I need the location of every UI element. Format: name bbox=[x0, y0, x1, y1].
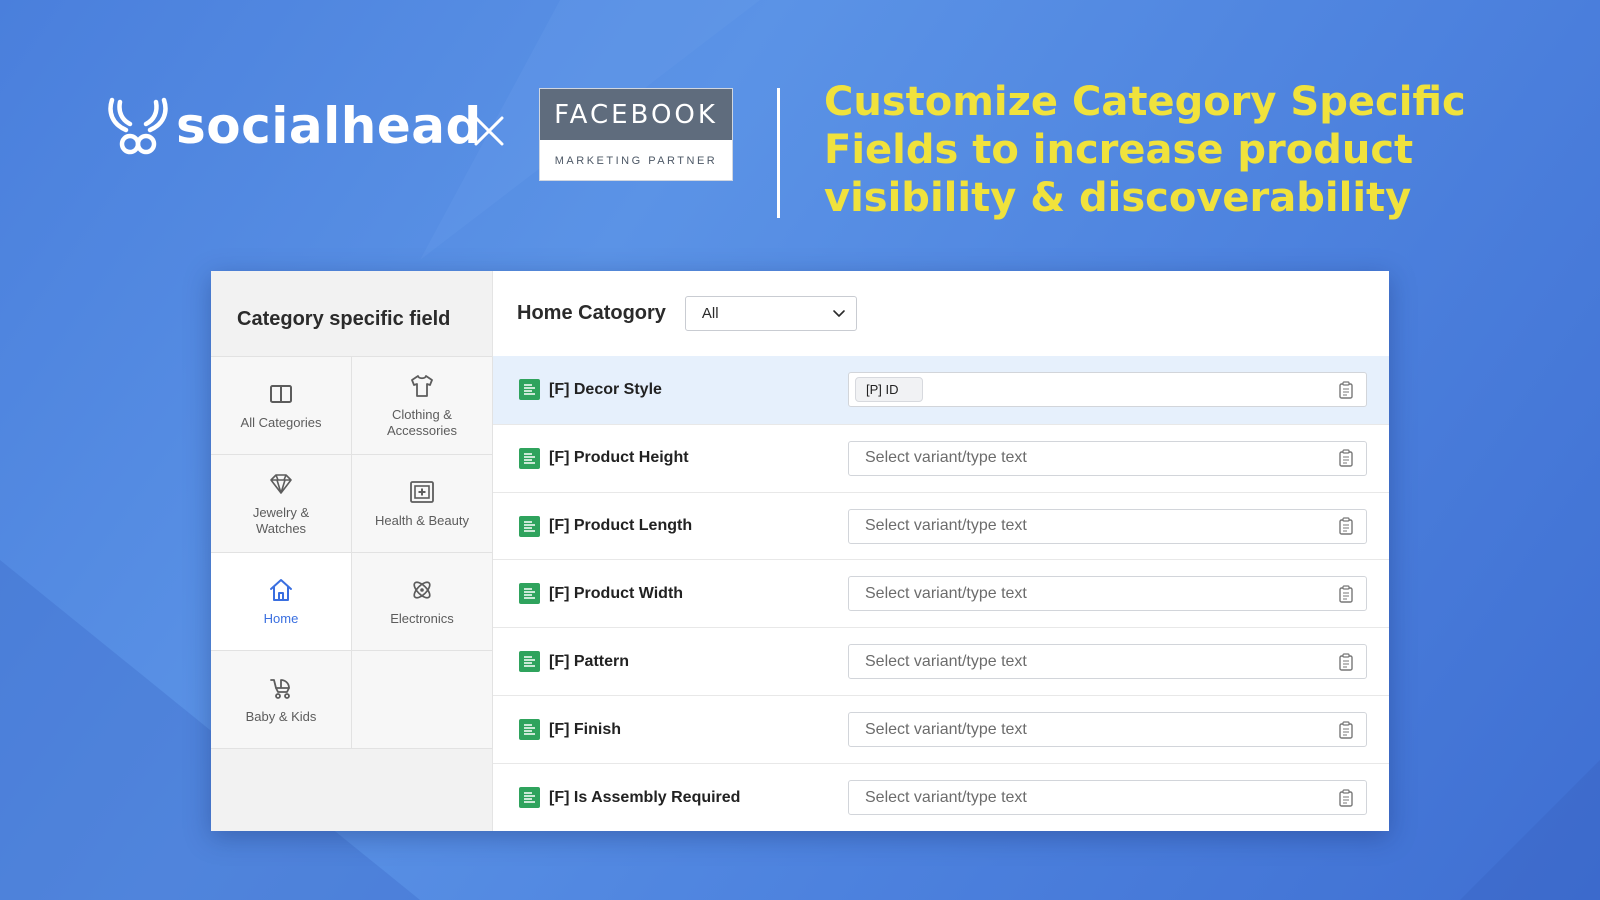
category-label: Electronics bbox=[390, 610, 454, 626]
field-row-product-width: [F] Product Width Select variant/type te… bbox=[493, 559, 1389, 627]
select-value: All bbox=[701, 304, 719, 322]
category-label: Clothing & Accessories bbox=[386, 406, 458, 438]
field-placeholder: Select variant/type text bbox=[865, 584, 1027, 602]
category-label: Jewelry & Watches bbox=[252, 504, 310, 536]
clipboard-icon[interactable] bbox=[1338, 721, 1354, 739]
main-header: Home Catogory All bbox=[493, 271, 1389, 356]
field-label: [F] Product Width bbox=[549, 584, 684, 602]
category-grid: All Categories Clothing & Accessories Je… bbox=[211, 356, 493, 749]
field-input[interactable]: Select variant/type text bbox=[848, 440, 1367, 476]
category-all[interactable]: All Categories bbox=[211, 357, 352, 455]
mapped-tag[interactable]: [P] ID bbox=[855, 377, 923, 403]
badge-top-text: FACEBOOK bbox=[540, 89, 732, 140]
category-electronics[interactable]: Electronics bbox=[352, 553, 493, 651]
tshirt-icon bbox=[411, 374, 433, 397]
document-icon bbox=[519, 787, 540, 809]
header-divider bbox=[777, 88, 780, 218]
document-icon bbox=[519, 379, 540, 401]
field-input[interactable]: Select variant/type text bbox=[848, 712, 1367, 748]
stroller-icon bbox=[270, 678, 290, 699]
sidebar: Category specific field All Categories C… bbox=[211, 271, 493, 831]
field-label: [F] Is Assembly Required bbox=[549, 788, 741, 806]
field-row-pattern: [F] Pattern Select variant/type text bbox=[493, 627, 1389, 695]
badge-bottom-text: MARKETING PARTNER bbox=[554, 154, 718, 167]
field-row-is-assembly-required: [F] Is Assembly Required Select variant/… bbox=[493, 763, 1389, 831]
chevron-down-icon bbox=[833, 310, 845, 318]
house-icon bbox=[270, 578, 292, 601]
document-icon bbox=[519, 515, 540, 537]
category-empty-slot bbox=[352, 651, 493, 749]
clipboard-icon[interactable] bbox=[1338, 585, 1354, 603]
category-filter-select[interactable]: All bbox=[684, 295, 857, 331]
antler-logo-icon bbox=[108, 97, 168, 155]
category-label: Home bbox=[263, 610, 299, 626]
field-label: [F] Finish bbox=[549, 720, 621, 738]
category-label: All Categories bbox=[240, 414, 322, 430]
clipboard-icon[interactable] bbox=[1338, 381, 1354, 399]
brand-name: socialhead bbox=[176, 97, 482, 155]
times-icon bbox=[474, 116, 504, 146]
headline: Customize Category Specific Fields to in… bbox=[824, 79, 1466, 221]
category-health[interactable]: Health & Beauty bbox=[352, 455, 493, 553]
clipboard-icon[interactable] bbox=[1338, 788, 1354, 807]
field-label: [F] Product Height bbox=[549, 449, 689, 467]
field-row-finish: [F] Finish Select variant/type text bbox=[493, 695, 1389, 763]
clipboard-icon[interactable] bbox=[1338, 449, 1354, 467]
field-label: [F] Decor Style bbox=[549, 380, 662, 398]
category-clothing[interactable]: Clothing & Accessories bbox=[352, 357, 493, 455]
category-jewelry[interactable]: Jewelry & Watches bbox=[211, 455, 352, 553]
medical-box-icon bbox=[410, 480, 434, 503]
field-input[interactable]: Select variant/type text bbox=[848, 644, 1367, 680]
brand: socialhead bbox=[106, 96, 482, 156]
field-input[interactable]: Select variant/type text bbox=[848, 508, 1367, 544]
clipboard-icon[interactable] bbox=[1338, 653, 1354, 671]
document-icon bbox=[519, 583, 540, 605]
field-input[interactable]: Select variant/type text bbox=[848, 780, 1367, 816]
field-placeholder: Select variant/type text bbox=[865, 652, 1027, 670]
atom-icon bbox=[413, 580, 431, 599]
field-input[interactable]: [P] ID bbox=[848, 372, 1367, 408]
diamond-icon bbox=[270, 473, 292, 494]
field-placeholder: Select variant/type text bbox=[865, 449, 1027, 467]
page-title: Home Catogory bbox=[517, 301, 666, 324]
field-row-product-height: [F] Product Height Select variant/type t… bbox=[493, 423, 1389, 492]
facebook-partner-badge: FACEBOOK MARKETING PARTNER bbox=[539, 88, 733, 181]
main-content: Home Catogory All [F] Decor Style [P] ID bbox=[493, 271, 1389, 831]
category-home[interactable]: Home bbox=[211, 553, 352, 651]
document-icon bbox=[519, 651, 540, 673]
document-icon bbox=[519, 719, 540, 741]
category-panel: Category specific field All Categories C… bbox=[211, 271, 1389, 831]
field-label: [F] Product Length bbox=[549, 517, 693, 535]
field-placeholder: Select variant/type text bbox=[865, 720, 1027, 738]
category-label: Health & Beauty bbox=[375, 512, 469, 528]
category-label: Baby & Kids bbox=[245, 708, 317, 724]
sidebar-title: Category specific field bbox=[237, 308, 451, 330]
field-placeholder: Select variant/type text bbox=[865, 788, 1027, 806]
field-placeholder: Select variant/type text bbox=[865, 517, 1027, 535]
clipboard-icon[interactable] bbox=[1338, 517, 1354, 535]
field-row-product-length: [F] Product Length Select variant/type t… bbox=[493, 491, 1389, 560]
category-baby[interactable]: Baby & Kids bbox=[211, 651, 352, 749]
field-label: [F] Pattern bbox=[549, 652, 629, 670]
document-icon bbox=[519, 447, 540, 469]
field-row-decor-style: [F] Decor Style [P] ID bbox=[493, 355, 1389, 424]
columns-icon bbox=[270, 384, 292, 403]
field-input[interactable]: Select variant/type text bbox=[848, 576, 1367, 612]
